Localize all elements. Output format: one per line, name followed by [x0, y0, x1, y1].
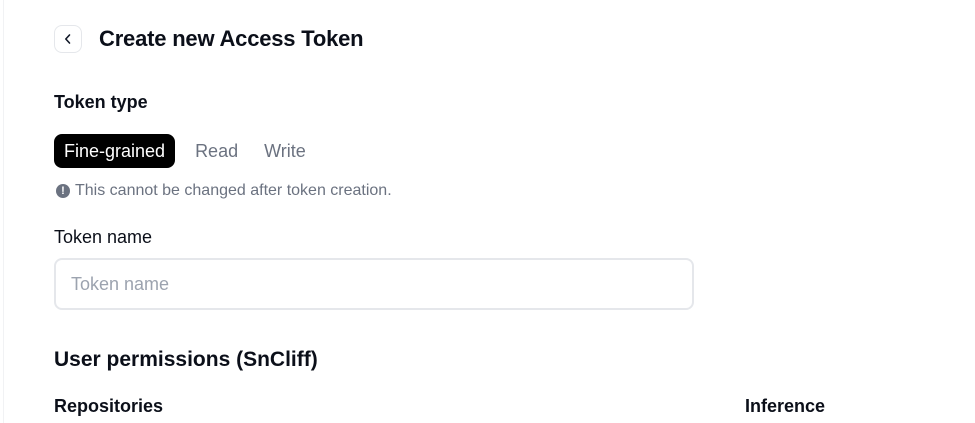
token-type-label: Token type — [54, 92, 148, 112]
chevron-left-icon — [65, 34, 71, 44]
page: Create new Access Token Token type Fine-… — [0, 0, 975, 423]
token-type-fine-grained[interactable]: Fine-grained — [54, 134, 176, 168]
token-type-hint-text: This cannot be changed after token creat… — [75, 182, 392, 199]
token-type-write[interactable]: Write — [254, 134, 316, 168]
token-name-label: Token name — [54, 227, 153, 247]
token-type-read[interactable]: Read — [185, 134, 248, 168]
repositories-heading: Repositories — [54, 396, 164, 416]
info-icon: ! — [56, 184, 70, 198]
token-name-input[interactable] — [54, 258, 694, 310]
back-button[interactable] — [54, 25, 82, 53]
left-divider — [3, 0, 4, 423]
page-title: Create new Access Token — [99, 26, 364, 51]
user-permissions-heading: User permissions (SnCliff) — [54, 348, 318, 371]
token-type-selector: Fine-grained Read Write — [54, 134, 316, 168]
page-header: Create new Access Token — [54, 25, 364, 53]
inference-heading: Inference — [745, 396, 826, 416]
token-type-hint: ! This cannot be changed after token cre… — [56, 182, 392, 200]
